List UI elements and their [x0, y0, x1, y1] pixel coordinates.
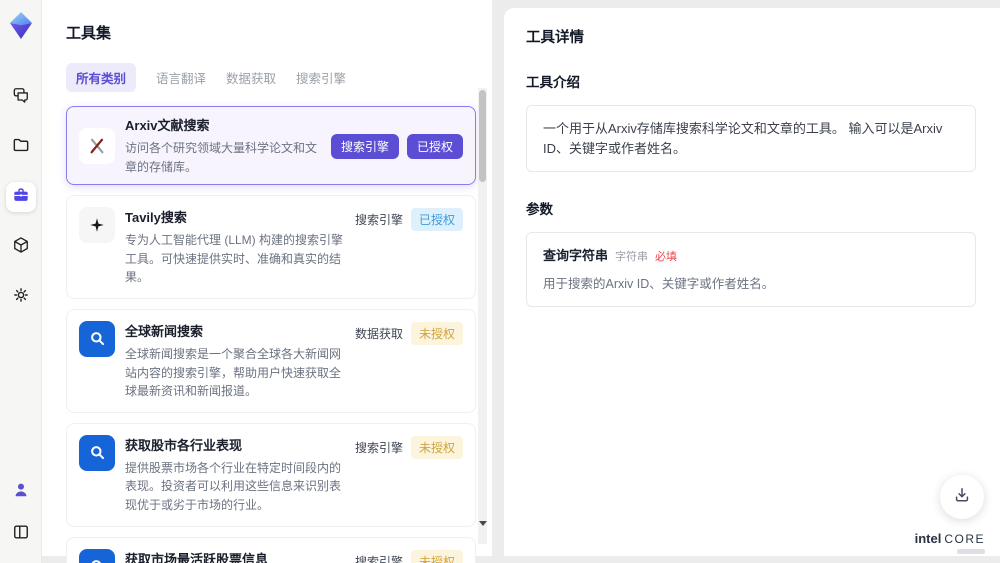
tool-card-body: Tavily搜索专为人工智能代理 (LLM) 构建的搜索引擎工具。可快速提供实时… [125, 207, 345, 287]
user-icon [11, 480, 31, 505]
param-description: 用于搜索的Arxiv ID、关键字或作者姓名。 [543, 276, 775, 291]
sidebar-item-briefcase-icon[interactable] [5, 182, 36, 212]
tab-category-3[interactable]: 搜索引擎 [296, 63, 346, 92]
tool-list-panel: 工具集 所有类别 语言翻译 数据获取 搜索引擎 Arxiv文献搜索 访问各个研究领域大量… [42, 0, 492, 563]
scroll-down-icon[interactable] [479, 521, 487, 526]
tool-card-body: 全球新闻搜索全球新闻搜索是一个聚合全球各大新闻网站内容的搜索引擎，帮助用户快速获… [125, 321, 345, 401]
arxiv-logo-icon [79, 127, 115, 164]
sidebar-bottom [6, 477, 36, 549]
sparkle-icon [79, 207, 115, 244]
download-icon [952, 485, 972, 510]
param-box: 查询字符串 字符串 必填 用于搜索的Arxiv ID、关键字或作者姓名。 [526, 232, 976, 308]
tool-category-badge: 搜索引擎 [330, 133, 399, 159]
page-title: 工具集 [66, 25, 112, 42]
app-sidebar [0, 0, 42, 563]
sidebar-nav [5, 82, 36, 312]
tool-card[interactable]: Tavily搜索专为人工智能代理 (LLM) 构建的搜索引擎工具。可快速提供实时… [66, 195, 476, 299]
tool-name: 获取股市各行业表现 [125, 437, 243, 453]
sidebar-item-folder-icon[interactable] [6, 132, 36, 162]
tool-auth-status-badge: 未授权 [410, 321, 463, 345]
param-required-badge: 必填 [655, 251, 678, 263]
tool-card[interactable]: 获取市场最活跃股票信息提供当天交易量最高的股票列表，投资者可以利用这些信息来识别… [66, 536, 476, 563]
tool-description: 专为人工智能代理 (LLM) 构建的搜索引擎工具。可快速提供实时、准确和真实的结… [125, 233, 344, 285]
tab-category-0[interactable]: 所有类别 [66, 63, 137, 92]
chat-icon [11, 85, 31, 110]
tool-card-body: Arxiv文献搜索访问各个研究领域大量科学论文和文章的存储库。 [125, 115, 321, 176]
tool-card-body: 获取市场最活跃股票信息提供当天交易量最高的股票列表，投资者可以利用这些信息来识别… [125, 549, 345, 563]
intel-core-logo: intel CORE [915, 531, 985, 554]
list-scrollbar[interactable] [478, 88, 487, 544]
param-name: 查询字符串 [543, 248, 609, 263]
search-blue-icon [79, 320, 115, 357]
tool-category-badge: 搜索引擎 [354, 440, 403, 455]
cube-icon [11, 235, 31, 260]
params-section-title: 参数 [526, 202, 553, 217]
download-button[interactable] [940, 475, 984, 519]
tool-card-meta: 搜索引擎 已授权 [355, 207, 463, 287]
tool-category-badge: 搜索引擎 [354, 213, 403, 228]
tool-list: Arxiv文献搜索 访问各个研究领域大量科学论文和文章的存储库。 搜索引擎 已授权 Ta… [66, 106, 476, 563]
tool-description: 访问各个研究领域大量科学论文和文章的存储库。 [125, 141, 318, 174]
sidebar-item-user-icon[interactable] [6, 477, 36, 507]
tool-card-body: 获取股市各行业表现提供股票市场各个行业在特定时间段内的表现。投资者可以利用这些信… [125, 435, 345, 515]
folder-icon [11, 135, 31, 160]
tool-name: Arxiv文献搜索 [125, 118, 210, 133]
sidebar-item-gear-icon[interactable] [6, 282, 36, 312]
tool-card[interactable]: 获取股市各行业表现提供股票市场各个行业在特定时间段内的表现。投资者可以利用这些信… [66, 422, 476, 527]
tool-auth-status-badge: 已授权 [410, 208, 463, 232]
tool-card-meta: 搜索引擎 未授权 [355, 435, 463, 515]
tool-card-meta: 搜索引擎 未授权 [355, 549, 463, 563]
detail-title: 工具详情 [526, 30, 584, 46]
tool-card[interactable]: Arxiv文献搜索访问各个研究领域大量科学论文和文章的存储库。 搜索引擎 已授权 [66, 106, 476, 186]
tab-category-1[interactable]: 语言翻译 [156, 63, 206, 92]
tool-name: 获取市场最活跃股票信息 [125, 551, 269, 563]
tool-auth-status-badge: 未授权 [410, 435, 463, 459]
sidebar-item-cube-icon[interactable] [6, 232, 36, 262]
param-type: 字符串 [615, 251, 649, 263]
brand-core: CORE [944, 532, 985, 546]
intro-section-title: 工具介绍 [526, 75, 580, 90]
brand-sub-mark [957, 549, 985, 554]
search-blue-icon [79, 548, 115, 563]
brand-intel: intel [914, 531, 942, 546]
briefcase-icon [11, 185, 31, 210]
tool-category-badge: 搜索引擎 [354, 554, 403, 563]
collapse-panel-icon [11, 522, 31, 547]
tool-category-badge: 数据获取 [354, 326, 403, 341]
category-tabs: 所有类别 语言翻译 数据获取 搜索引擎 [66, 63, 492, 92]
tool-auth-status-badge: 已授权 [406, 133, 463, 159]
tool-detail-panel: 工具详情 工具介绍 一个用于从Arxiv存储库搜索科学论文和文章的工具。 输入可… [504, 8, 1000, 556]
tool-card[interactable]: 全球新闻搜索全球新闻搜索是一个聚合全球各大新闻网站内容的搜索引擎，帮助用户快速获… [66, 308, 476, 413]
tool-intro-box: 一个用于从Arxiv存储库搜索科学论文和文章的工具。 输入可以是Arxiv ID… [526, 105, 976, 172]
tool-name: Tavily搜索 [125, 210, 187, 226]
tool-auth-status-badge: 未授权 [410, 549, 463, 563]
sidebar-item-collapse-panel-icon[interactable] [6, 519, 36, 549]
gem-logo-icon [7, 10, 35, 42]
tab-category-2[interactable]: 数据获取 [226, 63, 276, 92]
tool-description: 提供股票市场各个行业在特定时间段内的表现。投资者可以利用这些信息来识别表现优于或… [125, 460, 342, 512]
search-blue-icon [79, 434, 115, 471]
tool-card-meta: 数据获取 未授权 [355, 321, 463, 401]
tool-name: 全球新闻搜索 [125, 323, 204, 339]
sidebar-item-chat-icon[interactable] [6, 82, 36, 112]
scrollbar-thumb[interactable] [479, 90, 486, 182]
tool-card-meta: 搜索引擎 已授权 [330, 133, 463, 159]
tool-description: 全球新闻搜索是一个聚合全球各大新闻网站内容的搜索引擎，帮助用户快速获取全球最新资… [125, 346, 342, 399]
gear-icon [11, 285, 31, 310]
